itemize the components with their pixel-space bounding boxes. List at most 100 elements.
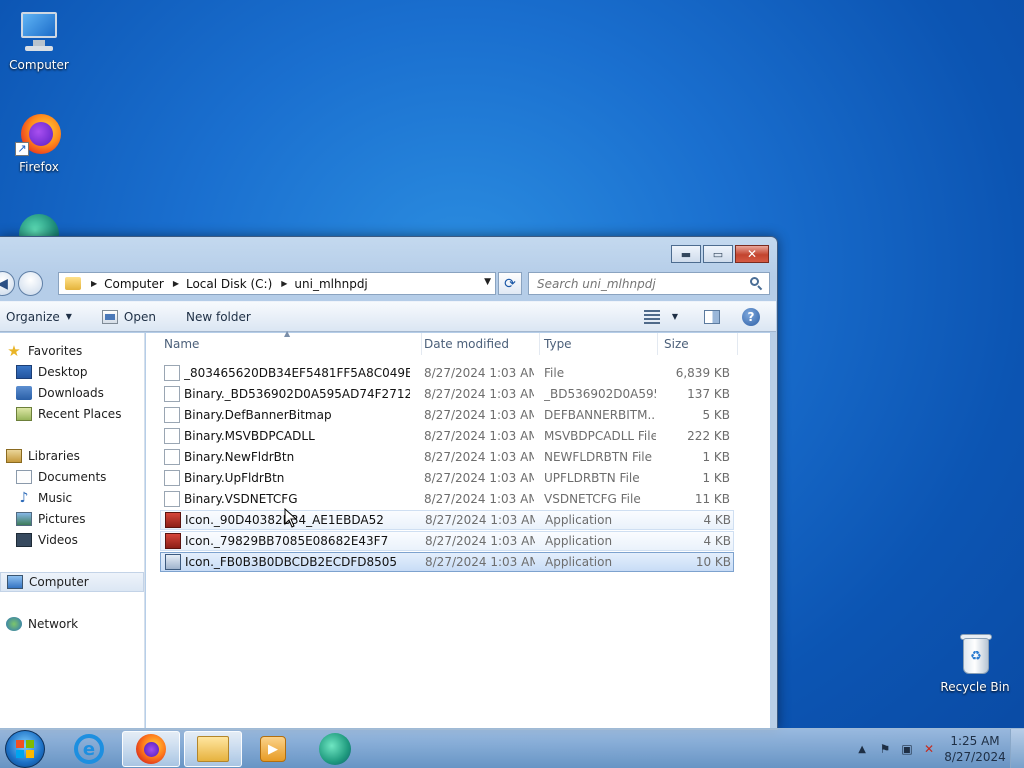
file-type: MSVBDPCADLL File <box>544 429 656 443</box>
file-size: 4 KB <box>703 513 731 527</box>
libraries-icon <box>6 449 22 463</box>
network-icon <box>6 617 22 631</box>
show-hidden-icons-icon[interactable]: ▲ <box>858 744 866 755</box>
nav-videos[interactable]: Videos <box>16 530 78 550</box>
application-icon <box>165 554 181 570</box>
clock-date: 8/27/2024 <box>944 750 1006 764</box>
show-desktop-button[interactable] <box>1010 729 1024 768</box>
forward-button[interactable] <box>18 271 43 296</box>
nav-music[interactable]: ♪ Music <box>16 488 73 508</box>
breadcrumb: ▶ Computer ▶ Local Disk (C:) ▶ uni_mlhnp… <box>91 277 377 291</box>
application-icon <box>165 512 181 528</box>
taskbar-file-explorer[interactable] <box>184 731 242 767</box>
taskbar-edge[interactable] <box>306 731 364 767</box>
column-label: Size <box>664 337 689 351</box>
change-view-button[interactable]: ▼ <box>638 305 684 329</box>
file-name: Binary.MSVBDPCADLL <box>184 429 315 443</box>
nav-pictures[interactable]: Pictures <box>16 509 86 529</box>
nav-libraries[interactable]: Libraries <box>6 446 80 466</box>
column-header-date[interactable]: Date modified <box>424 333 540 355</box>
internet-explorer-icon: e <box>74 734 104 764</box>
file-row[interactable]: Binary.DefBannerBitmap 8/27/2024 1:03 AM… <box>160 405 734 425</box>
file-type: UPFLDRBTN File <box>544 471 640 485</box>
column-header-type[interactable]: Type <box>544 333 658 355</box>
file-row[interactable]: Icon._90D40382B34_AE1EBDA52 8/27/2024 1:… <box>160 510 734 530</box>
file-row[interactable]: Binary._BD536902D0A595AD74F2712FF5A... 8… <box>160 384 734 404</box>
search-box[interactable] <box>528 272 770 295</box>
file-row[interactable]: Binary.MSVBDPCADLL 8/27/2024 1:03 AM MSV… <box>160 426 734 446</box>
nav-label: Network <box>28 617 79 631</box>
network-tray-icon[interactable]: ▣ <box>900 742 914 756</box>
taskbar-internet-explorer[interactable]: e <box>60 731 118 767</box>
file-name: Binary._BD536902D0A595AD74F2712FF5A... <box>184 387 410 401</box>
file-type: Application <box>545 555 613 569</box>
mouse-cursor-icon <box>284 508 298 528</box>
breadcrumb-computer[interactable]: Computer <box>104 277 164 291</box>
help-icon: ? <box>742 307 760 326</box>
nav-network[interactable]: Network <box>6 614 78 634</box>
nav-downloads[interactable]: Downloads <box>16 383 104 403</box>
document-icon <box>164 407 180 423</box>
back-button[interactable]: ◀ <box>0 271 15 296</box>
views-icon <box>643 309 660 324</box>
nav-label: Music <box>38 491 73 505</box>
file-date: 8/27/2024 1:03 AM <box>424 492 534 506</box>
file-date: 8/27/2024 1:03 AM <box>425 534 535 548</box>
desktop-icon-firefox[interactable]: ↗ Firefox <box>1 110 77 174</box>
nav-label: Computer <box>29 575 89 589</box>
file-date: 8/27/2024 1:03 AM <box>425 513 535 527</box>
recycle-bin-icon: ♻ <box>951 630 999 678</box>
taskbar-media-player[interactable]: ▶ <box>244 731 302 767</box>
nav-desktop[interactable]: Desktop <box>16 362 88 382</box>
breadcrumb-folder[interactable]: uni_mlhnpdj <box>294 277 367 291</box>
action-center-flag-icon[interactable]: ⚑ <box>878 742 892 756</box>
desktop-icon-recycle-bin[interactable]: ♻ Recycle Bin <box>937 630 1013 694</box>
volume-muted-icon[interactable]: ✕ <box>922 742 936 756</box>
column-label: Type <box>544 337 572 351</box>
file-type: DEFBANNERBITM... <box>544 408 656 422</box>
file-row[interactable]: Binary.NewFldrBtn 8/27/2024 1:03 AM NEWF… <box>160 447 734 467</box>
pictures-icon <box>16 512 32 526</box>
file-name: _803465620DB34EF5481FF5A8C049E61B <box>184 366 410 380</box>
file-type: NEWFLDRBTN File <box>544 450 653 464</box>
downloads-icon <box>16 386 32 400</box>
organize-button[interactable]: Organize ▼ <box>0 305 78 329</box>
file-row[interactable]: Binary.UpFldrBtn 8/27/2024 1:03 AM UPFLD… <box>160 468 734 488</box>
column-header-size[interactable]: Size <box>664 333 738 355</box>
clock[interactable]: 1:25 AM 8/27/2024 <box>944 733 1006 765</box>
start-button[interactable] <box>5 730 45 768</box>
desktop-icon-computer[interactable]: Computer <box>1 8 77 72</box>
address-dropdown-icon[interactable]: ▼ <box>484 277 491 287</box>
nav-favorites[interactable]: ★ Favorites <box>6 341 82 361</box>
file-name: Binary.VSDNETCFG <box>184 492 298 506</box>
maximize-button[interactable]: ▭ <box>703 245 733 263</box>
document-icon <box>164 386 180 402</box>
file-row[interactable]: _803465620DB34EF5481FF5A8C049E61B 8/27/2… <box>160 363 734 383</box>
new-folder-button[interactable]: New folder <box>180 305 257 329</box>
nav-label: Libraries <box>28 449 80 463</box>
file-type: File <box>544 366 565 380</box>
file-size: 137 KB <box>687 387 730 401</box>
search-icon[interactable] <box>750 277 763 291</box>
file-row[interactable]: Binary.VSDNETCFG 8/27/2024 1:03 AM VSDNE… <box>160 489 734 509</box>
preview-pane-button[interactable] <box>698 305 726 329</box>
file-date: 8/27/2024 1:03 AM <box>424 408 534 422</box>
minimize-button[interactable]: ▬ <box>671 245 701 263</box>
close-button[interactable]: ✕ <box>735 245 769 263</box>
address-bar[interactable]: ▶ Computer ▶ Local Disk (C:) ▶ uni_mlhnp… <box>58 272 496 295</box>
nav-computer[interactable]: Computer <box>0 572 144 592</box>
file-row[interactable]: Icon._79829BB7085E08682E43F7 8/27/2024 1… <box>160 531 734 551</box>
help-button[interactable]: ? <box>736 305 766 329</box>
breadcrumb-local-disk[interactable]: Local Disk (C:) <box>186 277 272 291</box>
open-button[interactable]: Open <box>96 305 162 329</box>
nav-recent-places[interactable]: Recent Places <box>16 404 121 424</box>
nav-label: Downloads <box>38 386 104 400</box>
nav-documents[interactable]: Documents <box>16 467 106 487</box>
refresh-button[interactable]: ⟳ <box>498 272 522 295</box>
column-header-name[interactable]: Name <box>164 333 422 355</box>
search-input[interactable] <box>537 276 747 291</box>
taskbar-firefox[interactable] <box>122 731 180 767</box>
file-date: 8/27/2024 1:03 AM <box>424 471 534 485</box>
file-row-selected[interactable]: Icon._FB0B3B0DBCDB2ECDFD8505 8/27/2024 1… <box>160 552 734 572</box>
command-toolbar: Organize ▼ Open New folder ▼ ? <box>0 301 776 332</box>
